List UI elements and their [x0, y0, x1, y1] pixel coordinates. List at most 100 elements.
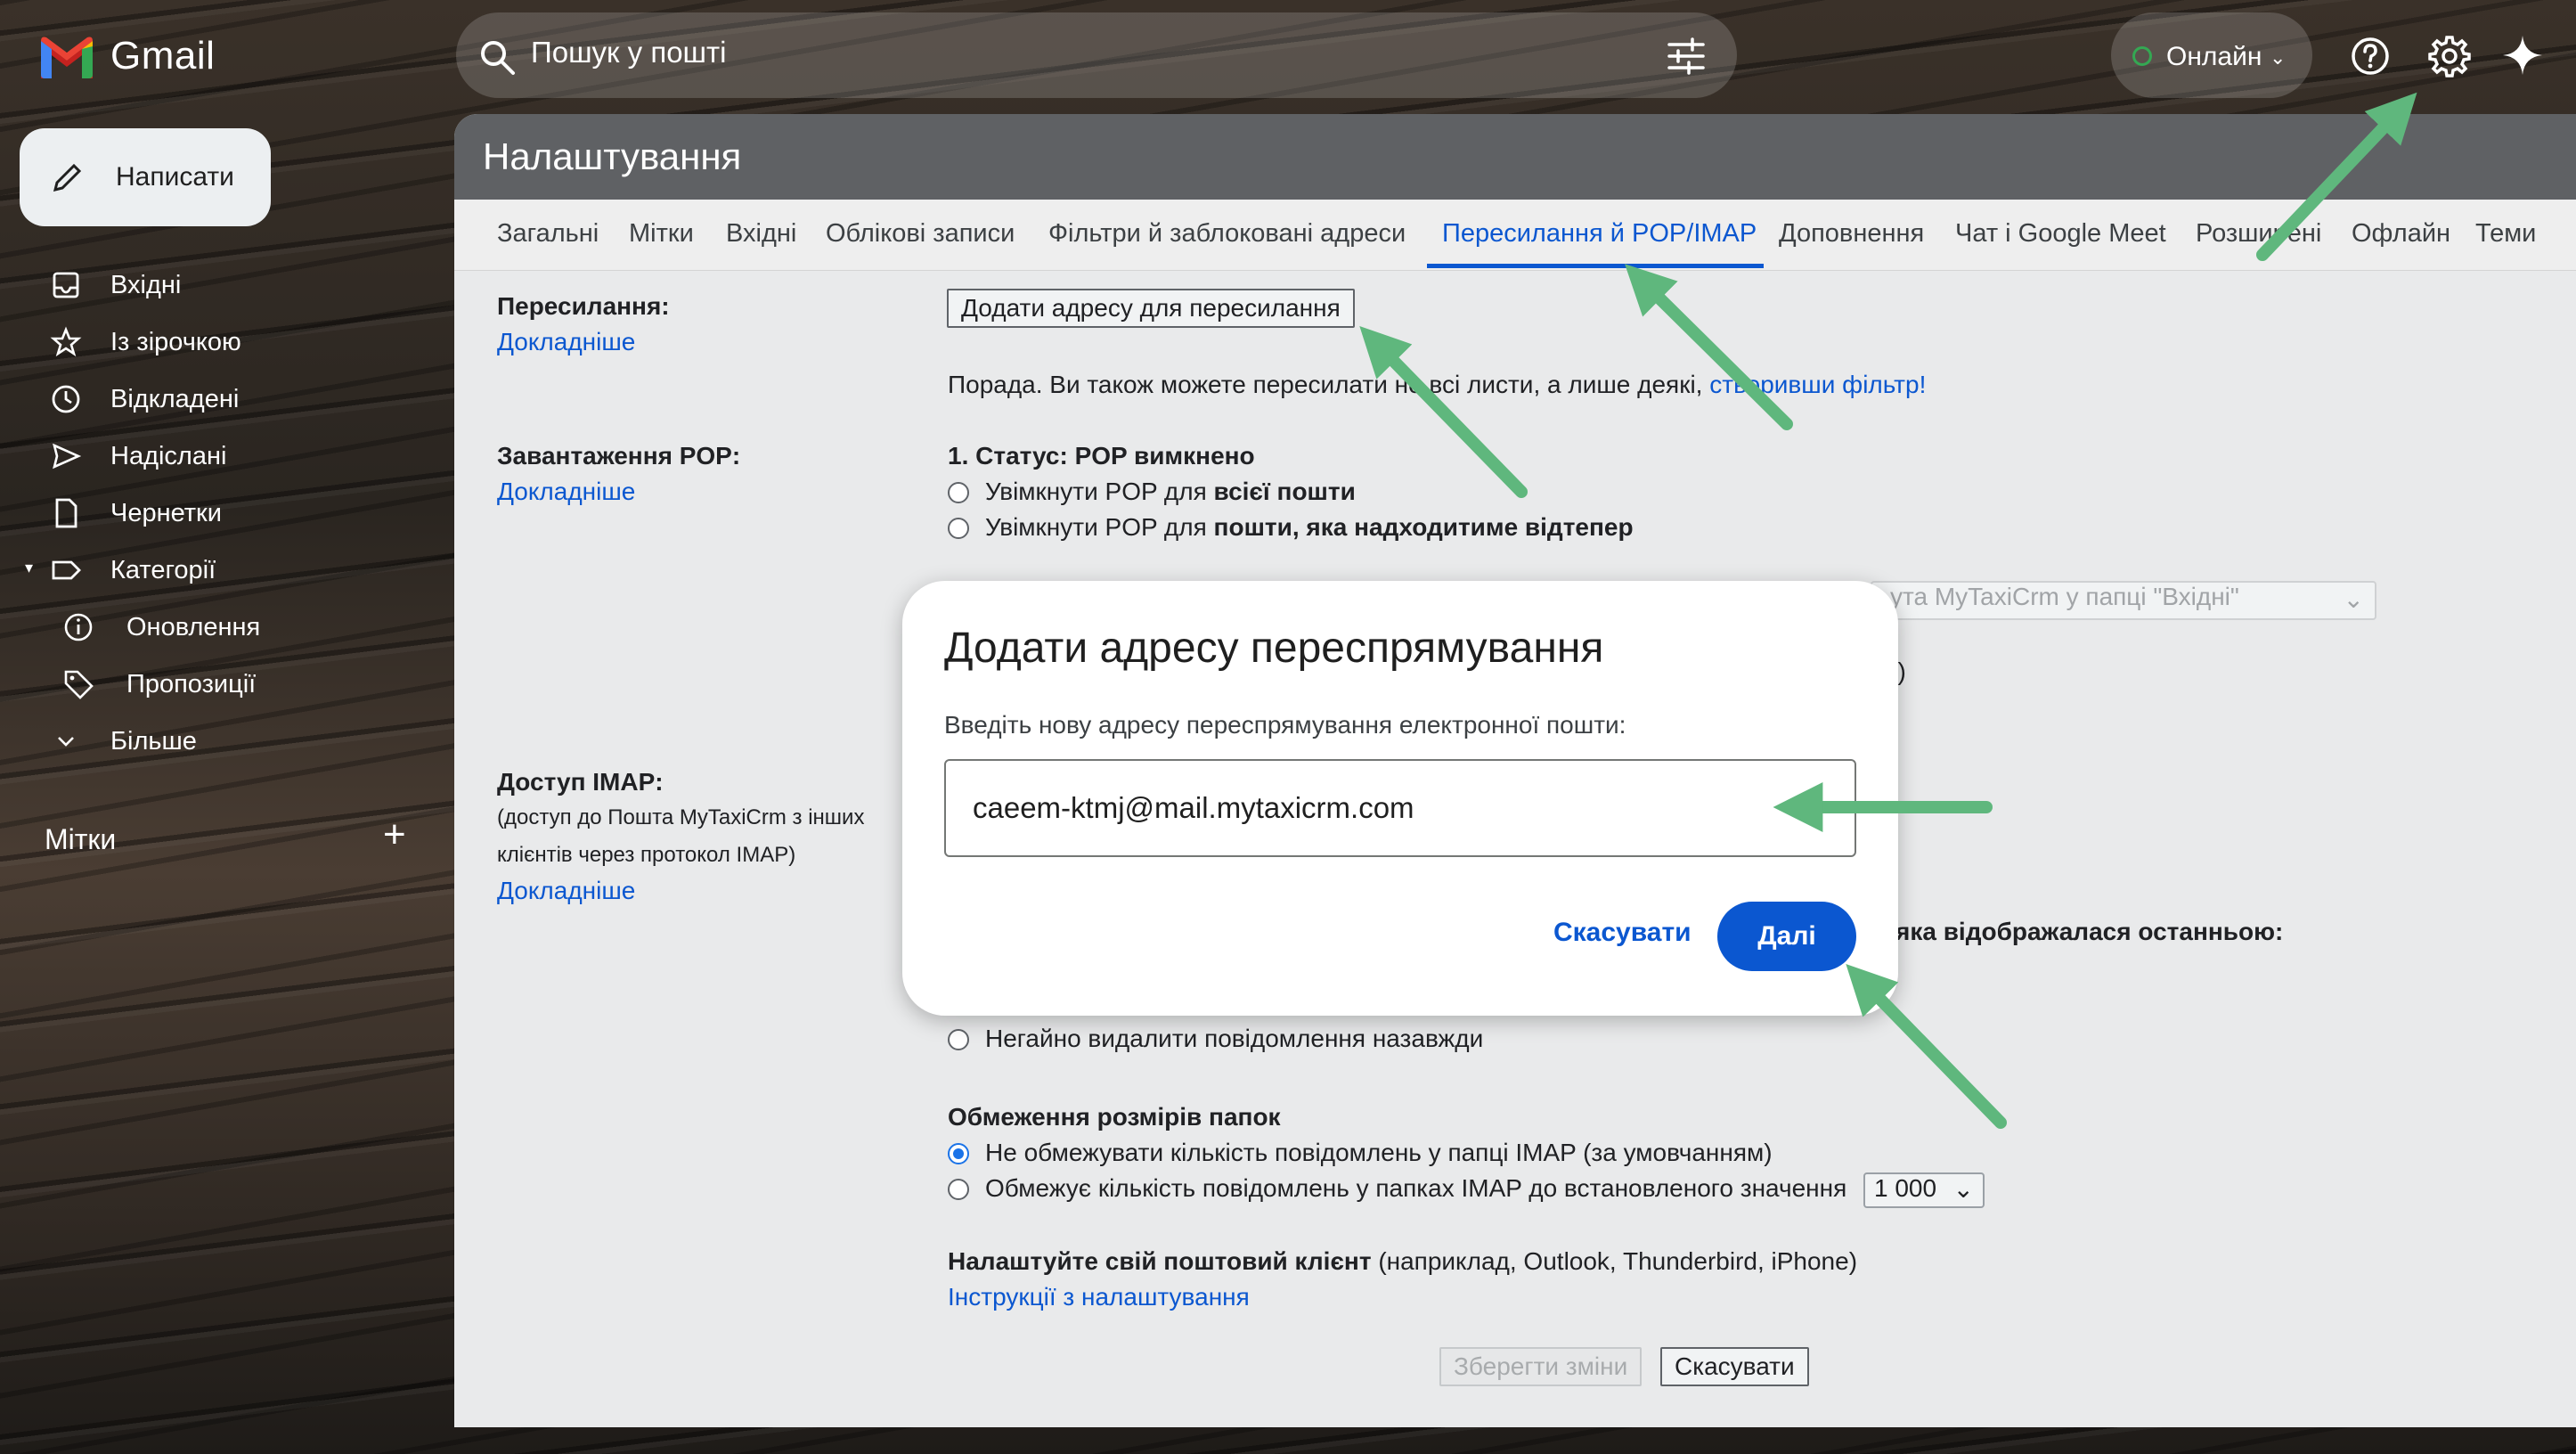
sidebar-item-label: Надіслані	[110, 441, 227, 470]
settings-gear-icon[interactable]	[2427, 34, 2472, 78]
pop-learn-more-link[interactable]: Докладніше	[497, 478, 635, 506]
sidebar-item-label: Із зірочкою	[110, 327, 241, 356]
tag-icon	[64, 670, 94, 699]
select-value: ута MyTaxiCrm у папці "Вхідні"	[1890, 583, 2239, 610]
sidebar-item-label: Пропозиції	[126, 669, 257, 698]
tab-offline[interactable]: Офлайн	[2352, 219, 2450, 249]
chevron-down-icon: ⌄	[2270, 46, 2287, 69]
star-icon	[50, 326, 82, 357]
search-options-icon[interactable]	[1666, 36, 1707, 77]
sidebar-item-categories[interactable]: ▾ Категорії	[0, 543, 445, 597]
imap-description: (доступ до Пошта MyTaxiCrm з інших	[497, 805, 865, 829]
delete-forever-radio[interactable]	[948, 1029, 969, 1050]
pencil-icon	[53, 163, 82, 192]
sidebar-item-label: Категорії	[110, 555, 216, 584]
sidebar-item-more[interactable]: Більше	[0, 715, 445, 768]
option-bold-text: пошти, яка надходитиме відтепер	[1213, 513, 1634, 541]
pop-all-mail-radio[interactable]	[948, 482, 969, 503]
client-text: (наприклад, Outlook, Thunderbird, iPhone…	[1371, 1247, 1858, 1275]
select-value: 1 000	[1874, 1174, 1937, 1202]
option-text: Увімкнути POP для	[985, 513, 1214, 541]
forwarding-email-input[interactable]: caeem-ktmj@mail.mytaxicrm.com	[944, 759, 1856, 857]
tab-themes[interactable]: Теми	[2475, 219, 2536, 249]
forwarding-tip: Порада. Ви також можете пересилати не вс…	[948, 371, 1926, 399]
mail-client-text: Налаштуйте свій поштовий клієнт (наприкл…	[948, 1247, 1857, 1276]
no-limit-option: Не обмежувати кількість повідомлень у па…	[985, 1139, 1773, 1166]
sidebar-item-label: Більше	[110, 726, 197, 756]
tab-advanced[interactable]: Розширені	[2196, 219, 2321, 249]
page-title: Налаштування	[483, 135, 742, 177]
labels-heading: Мітки	[45, 823, 117, 855]
gemini-spark-icon[interactable]	[2501, 34, 2544, 77]
dialog-next-button[interactable]: Далі	[1717, 902, 1856, 971]
pop-label: Завантаження POP:	[497, 442, 741, 470]
tab-inbox[interactable]: Вхідні	[726, 219, 796, 249]
add-label-icon[interactable]: +	[383, 813, 406, 857]
option-bold-text: всієї пошти	[1213, 478, 1356, 505]
sidebar-item-label: Чернетки	[110, 498, 222, 527]
add-forwarding-address-button[interactable]: Додати адресу для пересилання	[947, 289, 1355, 328]
tab-accounts[interactable]: Облікові записи	[826, 219, 1015, 249]
pop-new-mail-option: Увімкнути POP для пошти, яка надходитиме…	[985, 513, 1634, 542]
tab-general[interactable]: Загальні	[497, 219, 599, 249]
configuration-instructions-link[interactable]: Інструкції з налаштування	[948, 1283, 1250, 1311]
tab-addons[interactable]: Доповнення	[1779, 219, 1924, 249]
status-label: Онлайн	[2166, 42, 2262, 71]
cancel-settings-button[interactable]: Скасувати	[1660, 1347, 1809, 1386]
sidebar-item-inbox[interactable]: Вхідні	[0, 258, 445, 312]
settings-header	[454, 114, 2576, 200]
imap-label: Доступ IMAP:	[497, 768, 664, 796]
search-input[interactable]: Пошук у пошті	[531, 36, 726, 69]
tab-labels[interactable]: Мітки	[629, 219, 694, 249]
pop-all-mail-option: Увімкнути POP для всієї пошти	[985, 478, 1356, 506]
draft-icon	[55, 498, 77, 528]
chevron-down-icon	[58, 737, 74, 747]
status-dot-icon	[2132, 46, 2152, 66]
delete-forever-option: Негайно видалити повідомлення назавжди	[985, 1025, 1484, 1052]
pop-status: 1. Статус: POP вимкнено	[948, 442, 1255, 470]
sidebar-item-drafts[interactable]: Чернетки	[0, 486, 445, 540]
chevron-down-icon: ⌄	[1952, 1175, 1974, 1203]
sidebar-item-snoozed[interactable]: Відкладені	[0, 372, 445, 426]
pop-new-mail-radio[interactable]	[948, 518, 969, 539]
no-limit-radio[interactable]	[948, 1143, 969, 1164]
sidebar-item-label: Вхідні	[110, 270, 182, 299]
tab-chat-meet[interactable]: Чат і Google Meet	[1955, 219, 2166, 249]
sidebar-item-label: Відкладені	[110, 384, 240, 413]
inbox-icon	[53, 272, 79, 298]
create-filter-link[interactable]: створивши фільтр!	[1709, 371, 1926, 398]
gmail-logo[interactable]	[36, 32, 98, 82]
sidebar-item-label: Оновлення	[126, 612, 261, 641]
active-tab-indicator	[1427, 264, 1764, 268]
search-icon[interactable]	[477, 37, 517, 77]
dialog-cancel-button[interactable]: Скасувати	[1553, 918, 1692, 948]
folder-limit-select[interactable]: 1 000 ⌄	[1863, 1172, 1985, 1208]
label-icon	[52, 560, 81, 580]
sidebar-item-promotions[interactable]: Пропозиції	[0, 658, 445, 711]
imap-learn-more-link[interactable]: Докладніше	[497, 877, 635, 905]
sidebar-item-sent[interactable]: Надіслані	[0, 429, 445, 483]
imap-description: клієнтів через протокол IMAP)	[497, 843, 796, 867]
info-icon	[64, 613, 93, 641]
folder-size-heading: Обмеження розмірів папок	[948, 1103, 1281, 1131]
save-changes-button[interactable]: Зберегти зміни	[1439, 1347, 1643, 1386]
tab-filters[interactable]: Фільтри й заблоковані адреси	[1048, 219, 1406, 249]
option-text: Увімкнути POP для	[985, 478, 1214, 505]
dialog-prompt: Введіть нову адресу переспрямування елек…	[944, 711, 1626, 739]
imap-expunge-heading: яка відображалася останньою:	[1895, 918, 2284, 945]
dialog-title: Додати адресу переспрямування	[944, 625, 1604, 672]
sidebar-item-updates[interactable]: Оновлення	[0, 600, 445, 654]
limit-option: Обмежує кількість повідомлень у папках I…	[985, 1174, 1847, 1202]
send-icon	[53, 443, 82, 470]
clock-icon	[52, 385, 80, 413]
chevron-down-icon: ⌄	[2343, 585, 2364, 613]
forwarding-tip-text: Порада. Ви також можете пересилати не вс…	[948, 371, 1703, 398]
compose-button[interactable]: Написати	[20, 128, 271, 226]
help-icon[interactable]	[2350, 36, 2391, 77]
tab-forwarding-pop-imap[interactable]: Пересилання й POP/IMAP	[1442, 219, 1757, 249]
sidebar-item-starred[interactable]: Із зірочкою	[0, 315, 445, 369]
pop-action-select[interactable]: ута MyTaxiCrm у папці "Вхідні" ⌄	[1871, 581, 2376, 620]
forwarding-learn-more-link[interactable]: Докладніше	[497, 328, 635, 356]
client-bold-text: Налаштуйте свій поштовий клієнт	[948, 1247, 1372, 1275]
limit-radio[interactable]	[948, 1179, 969, 1200]
